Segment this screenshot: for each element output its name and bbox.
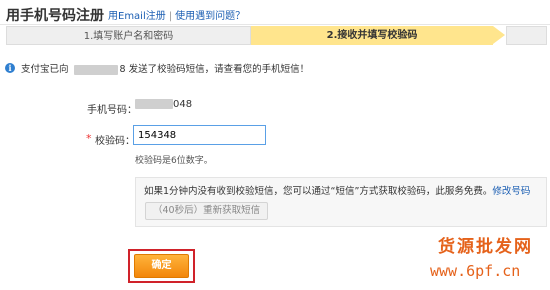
step-3 <box>506 26 547 45</box>
link-separator: | <box>168 11 173 22</box>
resend-text: 如果1分钟内没有收到校验短信，您可以通过“短信”方式获取校验码，此服务免费。修改… <box>144 183 530 197</box>
code-label: 校验码： <box>95 136 135 147</box>
phone-value: 048 <box>135 99 192 110</box>
notice-digit: 8 <box>119 64 126 75</box>
help-link[interactable]: 使用遇到问题？ <box>175 11 245 22</box>
watermark-url: www.6pf.cn <box>430 262 521 280</box>
sms-notice: 支付宝已向 8 发送了校验码短信，请查看您的手机短信！ <box>21 61 309 75</box>
masked-phone-number <box>135 99 173 109</box>
notice-prefix: 支付宝已向 <box>21 64 69 75</box>
step-1: 1.填写账户名和密码 <box>6 26 251 45</box>
resend-message: 如果1分钟内没有收到校验短信，您可以通过“短信”方式获取校验码，此服务免费。 <box>144 186 493 197</box>
step-2-active: 2.接收并填写校验码 <box>251 26 493 45</box>
modify-number-link[interactable]: 修改号码 <box>492 186 530 197</box>
verification-code-input[interactable] <box>133 125 266 145</box>
masked-phone <box>73 64 118 75</box>
info-icon: i <box>5 63 15 73</box>
phone-label: 手机号码： <box>87 105 137 116</box>
confirm-button[interactable]: 确定 <box>134 254 189 278</box>
step-arrow <box>493 26 505 44</box>
phone-suffix: 048 <box>173 99 193 110</box>
code-hint: 校验码是6位数字。 <box>135 156 213 166</box>
watermark-logo: 货源批发网 <box>438 237 533 257</box>
header-divider <box>0 24 550 25</box>
alt-links: 用Email注册 | 使用遇到问题？ <box>108 7 245 22</box>
notice-suffix: 发送了校验码短信，请查看您的手机短信！ <box>128 64 310 75</box>
resend-sms-button[interactable]: （40秒后）重新获取短信 <box>145 202 269 220</box>
email-register-link[interactable]: 用Email注册 <box>108 11 166 22</box>
page-title: 用手机号码注册 <box>6 8 104 24</box>
required-mark: * <box>86 132 92 145</box>
step-progress: 1.填写账户名和密码 2.接收并填写校验码 <box>6 26 547 45</box>
